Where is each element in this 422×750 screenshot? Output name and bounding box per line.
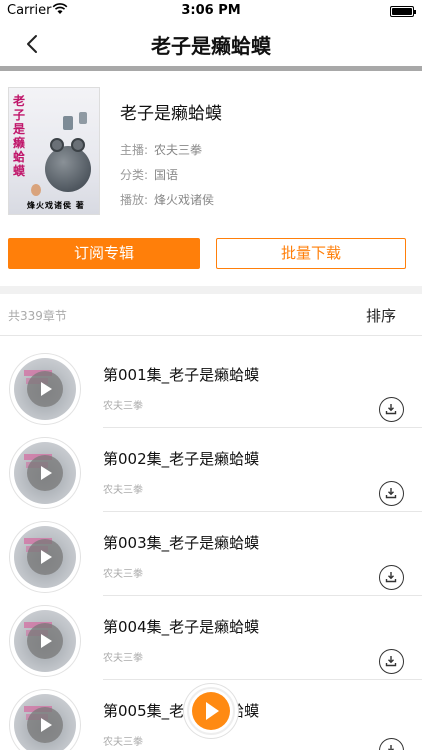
episode-title: 第002集_老子是癞蛤蟆 xyxy=(103,450,260,468)
episode-thumbnail[interactable] xyxy=(10,690,80,750)
frog-eye xyxy=(50,138,64,152)
row-divider xyxy=(103,427,422,428)
host-value: 农夫三拳 xyxy=(154,143,203,157)
row-divider xyxy=(103,595,422,596)
download-icon[interactable] xyxy=(379,481,404,506)
clock: 3:06 PM xyxy=(181,3,241,18)
cover-title: 老子是癞蛤蟆 xyxy=(13,94,26,178)
download-icon[interactable] xyxy=(379,397,404,422)
subscribe-album-button[interactable]: 订阅专辑 xyxy=(8,238,200,269)
play-icon[interactable] xyxy=(27,539,63,575)
play-icon[interactable] xyxy=(27,371,63,407)
album-header: 老子是癞蛤蟆 烽火戏诸侯 著 老子是癞蛤蟆 主播: 农夫三拳 分类: 国语 播放: 烽… xyxy=(0,71,422,221)
play-icon[interactable] xyxy=(27,455,63,491)
frog-eye xyxy=(71,138,85,152)
play-icon[interactable] xyxy=(192,692,230,730)
status-bar: Carrier 3:06 PM xyxy=(0,0,422,22)
episode-thumbnail[interactable] xyxy=(10,354,80,424)
list-header: 共339章节 排序 xyxy=(0,294,422,336)
battery-icon xyxy=(390,6,416,17)
page-title: 老子是癞蛤蟆 xyxy=(151,34,271,58)
navigation-bar: 老子是癞蛤蟆 xyxy=(0,22,422,66)
list-item[interactable]: 第001集_老子是癞蛤蟆 农夫三拳 xyxy=(0,354,422,438)
floating-player-button[interactable] xyxy=(184,684,238,738)
cover-decoration xyxy=(79,112,87,124)
play-icon[interactable] xyxy=(27,707,63,743)
frog-illustration xyxy=(45,146,91,192)
album-host: 主播: 农夫三拳 xyxy=(120,141,202,158)
batch-download-button[interactable]: 批量下载 xyxy=(216,238,406,269)
download-icon[interactable] xyxy=(379,738,404,750)
episode-thumbnail[interactable] xyxy=(10,438,80,508)
row-divider xyxy=(103,679,422,680)
episode-title: 第001集_老子是癞蛤蟆 xyxy=(103,366,260,384)
album-title: 老子是癞蛤蟆 xyxy=(120,104,222,124)
cover-figure xyxy=(31,184,41,196)
episode-title: 第004集_老子是癞蛤蟆 xyxy=(103,618,260,636)
category-value: 国语 xyxy=(154,168,179,182)
album-play: 播放: 烽火戏诸侯 xyxy=(120,191,214,208)
list-item[interactable]: 第003集_老子是癞蛤蟆 农夫三拳 xyxy=(0,522,422,606)
episode-author: 农夫三拳 xyxy=(103,737,143,748)
play-icon[interactable] xyxy=(27,623,63,659)
list-item[interactable]: 第002集_老子是癞蛤蟆 农夫三拳 xyxy=(0,438,422,522)
episode-author: 农夫三拳 xyxy=(103,653,143,664)
episode-author: 农夫三拳 xyxy=(103,401,143,412)
album-cover[interactable]: 老子是癞蛤蟆 烽火戏诸侯 著 xyxy=(8,87,100,215)
album-category: 分类: 国语 xyxy=(120,166,178,183)
cover-decoration xyxy=(63,116,73,130)
row-divider xyxy=(103,511,422,512)
sort-button[interactable]: 排序 xyxy=(366,305,396,326)
play-label: 播放: xyxy=(120,193,149,207)
episode-title: 第003集_老子是癞蛤蟆 xyxy=(103,534,260,552)
download-icon[interactable] xyxy=(379,565,404,590)
episode-thumbnail[interactable] xyxy=(10,522,80,592)
download-icon[interactable] xyxy=(379,649,404,674)
cover-author: 烽火戏诸侯 著 xyxy=(27,201,85,210)
category-label: 分类: xyxy=(120,168,149,182)
episode-author: 农夫三拳 xyxy=(103,485,143,496)
chapter-count: 共339章节 xyxy=(8,309,67,323)
episode-author: 农夫三拳 xyxy=(103,569,143,580)
section-divider xyxy=(0,286,422,294)
host-label: 主播: xyxy=(120,143,149,157)
play-value: 烽火戏诸侯 xyxy=(154,193,215,207)
list-item[interactable]: 第004集_老子是癞蛤蟆 农夫三拳 xyxy=(0,606,422,690)
episode-thumbnail[interactable] xyxy=(10,606,80,676)
